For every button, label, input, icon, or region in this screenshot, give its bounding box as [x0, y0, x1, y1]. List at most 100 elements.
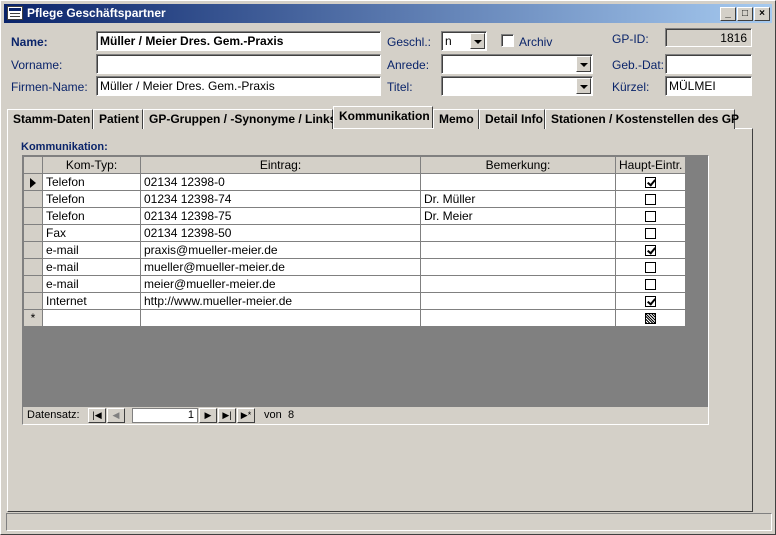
maximize-button[interactable]: □ — [737, 7, 753, 21]
header-selector[interactable] — [23, 156, 43, 174]
table-row[interactable]: Telefon 02134 12398-0 — [23, 173, 687, 191]
cell-bemerkung[interactable] — [420, 275, 616, 293]
cell-eintrag[interactable]: praxis@mueller-meier.de — [140, 241, 421, 259]
section-title: Kommunikation: — [21, 141, 108, 153]
row-selector[interactable] — [23, 275, 43, 293]
cell-typ[interactable]: e-mail — [42, 258, 141, 276]
vorname-field[interactable] — [96, 54, 381, 74]
firma-field[interactable]: Müller / Meier Dres. Gem.-Praxis — [96, 76, 381, 96]
cell-typ[interactable]: Telefon — [42, 190, 141, 208]
cell-eintrag[interactable]: 01234 12398-74 — [140, 190, 421, 208]
new-record-button[interactable]: ▶* — [237, 408, 255, 423]
last-record-button[interactable]: ▶| — [218, 408, 236, 423]
new-record-marker[interactable]: * — [23, 309, 43, 327]
status-bar — [6, 513, 772, 531]
row-selector[interactable] — [23, 207, 43, 225]
record-number-input[interactable]: 1 — [132, 408, 198, 423]
prev-record-button[interactable]: ◀ — [107, 408, 125, 423]
cell-eintrag[interactable]: 02134 12398-0 — [140, 173, 421, 191]
cell-eintrag[interactable]: 02134 12398-50 — [140, 224, 421, 242]
cell-bemerkung[interactable]: Dr. Müller — [420, 190, 616, 208]
recnav-label: Datensatz: — [27, 409, 80, 421]
column-header-typ[interactable]: Kom-Typ: — [42, 156, 141, 174]
cell-eintrag[interactable]: 02134 12398-75 — [140, 207, 421, 225]
cell-bemerkung[interactable]: Dr. Meier — [420, 207, 616, 225]
table-row[interactable]: e-mail praxis@mueller-meier.de — [23, 241, 687, 259]
name-field[interactable]: Müller / Meier Dres. Gem.-Praxis — [96, 31, 381, 51]
cell-typ[interactable] — [42, 309, 141, 327]
current-record-indicator[interactable] — [23, 173, 43, 191]
tab-stamm-daten[interactable]: Stamm-Daten — [7, 109, 93, 129]
row-selector[interactable] — [23, 190, 43, 208]
cell-typ[interactable]: Telefon — [42, 173, 141, 191]
cell-bemerkung[interactable] — [420, 258, 616, 276]
haupt-checkbox[interactable] — [645, 177, 657, 189]
table-row[interactable]: Internet http://www.mueller-meier.de — [23, 292, 687, 310]
table-row[interactable]: Telefon 02134 12398-75 Dr. Meier — [23, 207, 687, 225]
cell-bemerkung[interactable] — [420, 241, 616, 259]
cell-bemerkung[interactable] — [420, 224, 616, 242]
kuerzel-field[interactable]: MÜLMEI — [665, 76, 752, 96]
column-header-bemerkung[interactable]: Bemerkung: — [420, 156, 616, 174]
titel-select[interactable] — [441, 76, 593, 96]
column-header-eintrag[interactable]: Eintrag: — [140, 156, 421, 174]
cell-typ[interactable]: Internet — [42, 292, 141, 310]
cell-typ[interactable]: Fax — [42, 224, 141, 242]
gebdat-field[interactable] — [665, 54, 752, 74]
chevron-down-icon[interactable] — [470, 33, 485, 49]
tab-patient[interactable]: Patient — [93, 109, 143, 129]
cell-eintrag[interactable] — [140, 309, 421, 327]
haupt-checkbox[interactable] — [645, 262, 657, 274]
haupt-checkbox[interactable] — [645, 228, 657, 240]
new-record-row[interactable]: * — [23, 309, 687, 327]
cell-typ[interactable]: e-mail — [42, 241, 141, 259]
table-row[interactable]: e-mail mueller@mueller-meier.de — [23, 258, 687, 276]
row-selector[interactable] — [23, 258, 43, 276]
column-header-haupt[interactable]: Haupt-Eintr. — [614, 156, 687, 174]
cell-eintrag[interactable]: http://www.mueller-meier.de — [140, 292, 421, 310]
row-selector[interactable] — [23, 292, 43, 310]
anrede-select[interactable] — [441, 54, 593, 74]
row-selector[interactable] — [23, 224, 43, 242]
tab-gp-gruppen[interactable]: GP-Gruppen / -Synonyme / Links — [143, 109, 336, 129]
cell-typ[interactable]: e-mail — [42, 275, 141, 293]
cell-haupt — [614, 258, 687, 276]
next-record-button[interactable]: ▶ — [199, 408, 217, 423]
table-row[interactable]: Fax 02134 12398-50 — [23, 224, 687, 242]
cell-haupt — [614, 224, 687, 242]
cell-haupt — [614, 275, 687, 293]
chevron-down-icon[interactable] — [576, 78, 591, 94]
cell-haupt — [614, 241, 687, 259]
table-row[interactable]: e-mail meier@mueller-meier.de — [23, 275, 687, 293]
haupt-checkbox[interactable] — [645, 211, 657, 223]
geschl-value: n — [445, 34, 452, 48]
tab-kommunikation[interactable]: Kommunikation — [333, 106, 433, 128]
haupt-checkbox[interactable] — [645, 194, 657, 206]
haupt-checkbox-default[interactable] — [645, 313, 657, 325]
cell-typ[interactable]: Telefon — [42, 207, 141, 225]
cell-bemerkung[interactable] — [420, 309, 616, 327]
cell-haupt — [614, 309, 687, 327]
tab-stationen[interactable]: Stationen / Kostenstellen des GP — [545, 109, 739, 129]
haupt-checkbox[interactable] — [645, 245, 657, 257]
close-button[interactable]: × — [754, 7, 770, 21]
app-window: Pflege Geschäftspartner _ □ × Name: Müll… — [0, 0, 776, 535]
title-bar: Pflege Geschäftspartner _ □ × — [4, 4, 772, 23]
chevron-down-icon[interactable] — [576, 56, 591, 72]
minimize-button[interactable]: _ — [720, 7, 736, 21]
cell-bemerkung[interactable] — [420, 173, 616, 191]
first-record-button[interactable]: |◀ — [88, 408, 106, 423]
cell-eintrag[interactable]: meier@mueller-meier.de — [140, 275, 421, 293]
cell-eintrag[interactable]: mueller@mueller-meier.de — [140, 258, 421, 276]
name-label: Name: — [11, 35, 48, 49]
tab-detail-info[interactable]: Detail Info — [479, 109, 545, 129]
geschl-select[interactable]: n — [441, 31, 487, 51]
cell-haupt — [614, 207, 687, 225]
cell-bemerkung[interactable] — [420, 292, 616, 310]
archiv-checkbox[interactable] — [501, 34, 514, 47]
haupt-checkbox[interactable] — [645, 296, 657, 308]
tab-memo[interactable]: Memo — [433, 109, 479, 129]
row-selector[interactable] — [23, 241, 43, 259]
table-row[interactable]: Telefon 01234 12398-74 Dr. Müller — [23, 190, 687, 208]
haupt-checkbox[interactable] — [645, 279, 657, 291]
